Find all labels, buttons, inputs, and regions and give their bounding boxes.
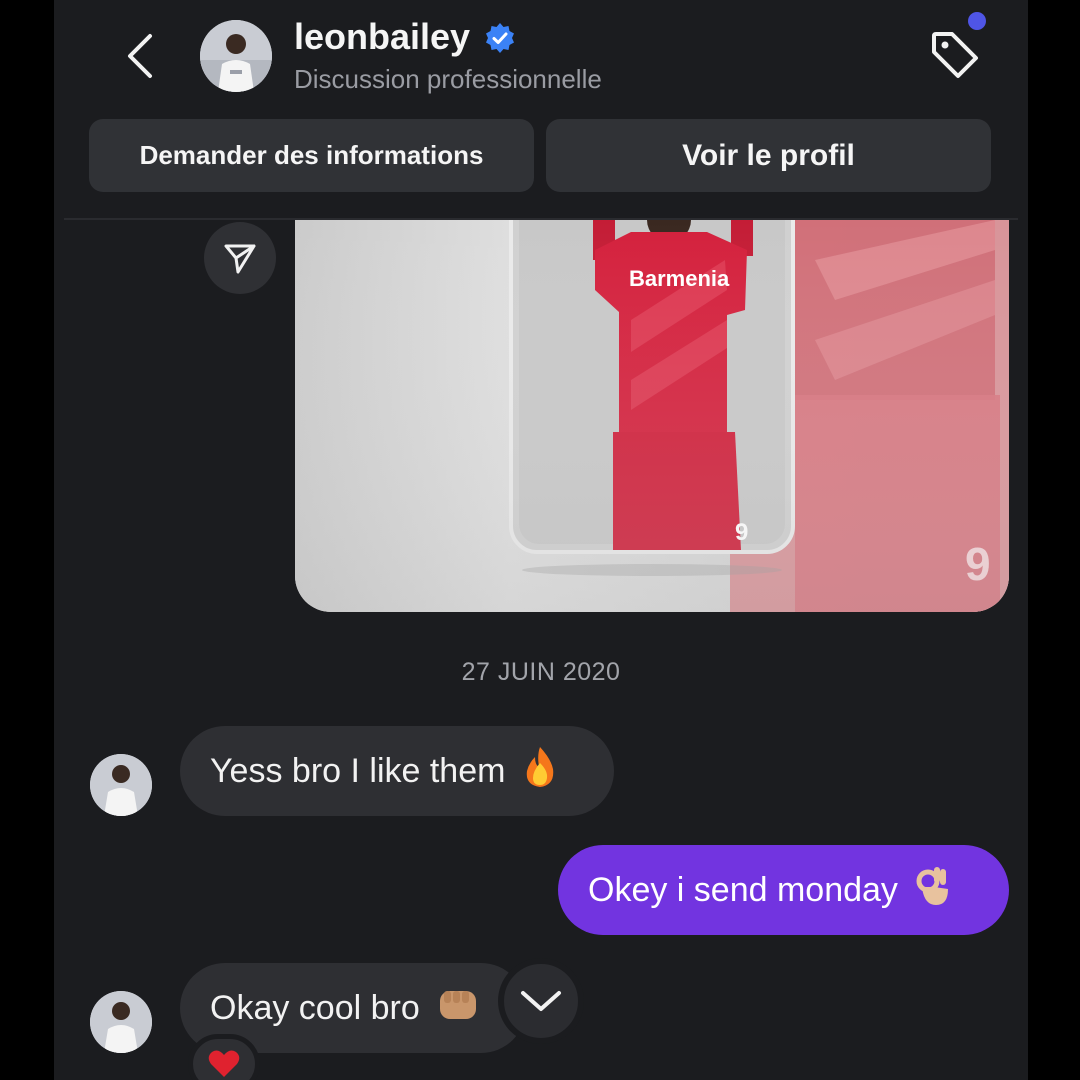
profile-avatar[interactable] <box>200 20 272 92</box>
verified-badge-icon <box>484 22 516 54</box>
message-bubble-outgoing[interactable]: Okey i send monday <box>558 845 1009 935</box>
chevron-down-icon <box>521 991 561 1011</box>
shared-image[interactable]: 9 Barmenia 9 <box>295 220 1009 612</box>
ok-hand-emoji <box>914 865 952 916</box>
chat-subtitle: Discussion professionnelle <box>294 64 602 94</box>
date-separator: 27 JUIN 2020 <box>461 658 621 686</box>
chevron-left-icon <box>128 34 152 78</box>
message-options-button[interactable] <box>498 958 584 1044</box>
request-info-button[interactable]: Demander des informations <box>89 119 534 192</box>
avatar-image <box>200 20 272 92</box>
message-reaction[interactable] <box>188 1034 260 1080</box>
view-profile-button[interactable]: Voir le profil <box>546 119 991 192</box>
share-button[interactable] <box>204 222 276 294</box>
phone-case-photo: 9 Barmenia 9 <box>295 220 1009 612</box>
fist-bump-emoji <box>436 985 480 1032</box>
message-text: Okey i send monday <box>588 870 898 909</box>
back-button[interactable] <box>114 28 170 84</box>
message-text: Yess bro I like them <box>210 751 506 790</box>
dm-screen: leonbailey Discussion professionnelle De… <box>54 0 1028 1080</box>
send-icon <box>224 244 256 274</box>
sender-avatar[interactable] <box>90 754 152 816</box>
sender-avatar[interactable] <box>90 991 152 1053</box>
avatar-image <box>90 754 152 816</box>
heart-emoji <box>208 1050 240 1077</box>
message-text: Okay cool bro <box>210 988 420 1027</box>
fire-emoji <box>521 745 559 798</box>
chat-username[interactable]: leonbailey <box>294 16 470 58</box>
notification-dot <box>968 12 986 30</box>
message-bubble-incoming[interactable]: Yess bro I like them <box>180 726 614 816</box>
avatar-image <box>90 991 152 1053</box>
tag-button[interactable] <box>926 26 982 82</box>
tag-icon <box>932 32 978 78</box>
